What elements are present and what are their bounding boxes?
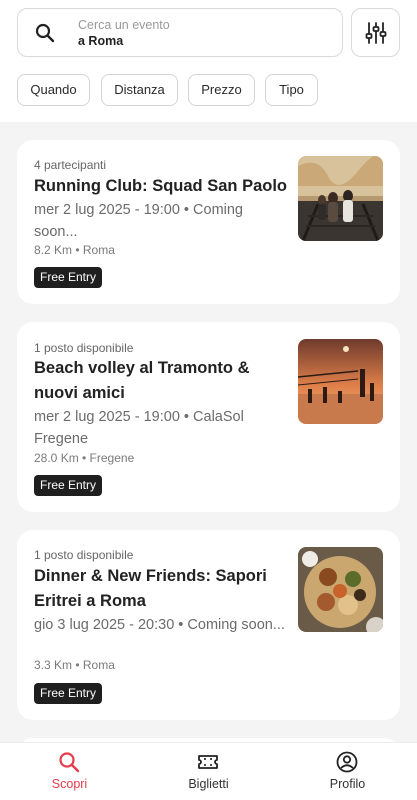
event-location: 28.0 Km • Fregene bbox=[34, 451, 135, 465]
event-datetime: mer 2 lug 2025 - 19:00 • Coming soon... bbox=[34, 202, 243, 240]
search-text[interactable]: Cerca un evento a Roma bbox=[78, 17, 170, 49]
tab-biglietti[interactable]: Biglietti bbox=[139, 743, 278, 800]
free-entry-badge: Free Entry bbox=[34, 475, 103, 496]
tab-label: Biglietti bbox=[188, 777, 229, 791]
filter-chip-prezzo[interactable]: Prezzo bbox=[188, 74, 255, 106]
search-icon bbox=[59, 752, 80, 773]
event-card[interactable]: 4 partecipanti Running Club: Squad San P… bbox=[17, 140, 400, 304]
ticket-icon bbox=[198, 755, 218, 769]
event-title: Dinner & New Friends: Sapori Eritrei a R… bbox=[34, 567, 267, 610]
filter-chip-tipo[interactable]: Tipo bbox=[265, 74, 318, 106]
event-card[interactable]: 1 posto disponibile Beach volley al Tram… bbox=[17, 322, 400, 512]
event-card[interactable]: 1 posto disponibile Dinner & New Friends… bbox=[17, 530, 400, 720]
tab-profilo[interactable]: Profilo bbox=[278, 743, 417, 800]
event-image-beach-volley bbox=[298, 339, 383, 424]
free-entry-badge: Free Entry bbox=[34, 267, 103, 288]
search-bar[interactable]: Cerca un evento a Roma bbox=[17, 8, 343, 57]
event-title: Beach volley al Tramonto & nuovi amici bbox=[34, 359, 250, 402]
header-area: Cerca un evento a Roma Quando Distanza P… bbox=[0, 0, 417, 122]
event-image-eritrean-food bbox=[298, 547, 383, 632]
filter-chip-distanza[interactable]: Distanza bbox=[101, 74, 178, 106]
filter-chip-quando[interactable]: Quando bbox=[17, 74, 90, 106]
event-location: 8.2 Km • Roma bbox=[34, 243, 115, 257]
search-location: a Roma bbox=[78, 34, 124, 48]
bottom-tab-bar: Scopri Biglietti Profilo bbox=[0, 742, 417, 800]
free-entry-badge: Free Entry bbox=[34, 683, 103, 704]
event-title: Running Club: Squad San Paolo bbox=[34, 177, 287, 195]
event-availability: 4 partecipanti bbox=[34, 158, 107, 172]
event-location: 3.3 Km • Roma bbox=[34, 658, 115, 672]
tab-scopri[interactable]: Scopri bbox=[0, 743, 139, 800]
event-datetime: mer 2 lug 2025 - 19:00 • CalaSol Fregene bbox=[34, 409, 244, 447]
event-availability: 1 posto disponibile bbox=[34, 341, 134, 355]
profile-icon bbox=[336, 751, 358, 773]
tab-label: Scopri bbox=[51, 777, 88, 791]
search-icon bbox=[35, 23, 55, 43]
sliders-icon bbox=[365, 22, 387, 44]
search-placeholder: Cerca un evento bbox=[78, 18, 170, 32]
filter-settings-button[interactable] bbox=[351, 8, 400, 57]
event-availability: 1 posto disponibile bbox=[34, 548, 134, 562]
tab-label: Profilo bbox=[329, 777, 366, 791]
event-datetime: gio 3 lug 2025 - 20:30 • Coming soon... bbox=[34, 617, 285, 633]
event-image-runners bbox=[298, 156, 383, 241]
